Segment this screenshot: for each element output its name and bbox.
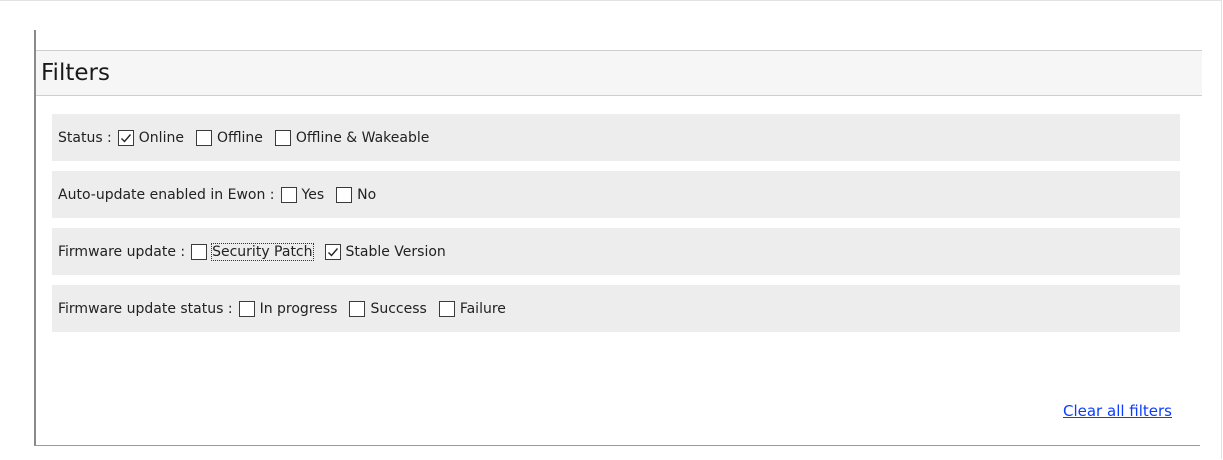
failure-option[interactable]: Failure: [438, 300, 506, 317]
failure-checkbox[interactable]: [438, 300, 455, 317]
offline-checkbox[interactable]: [195, 129, 212, 146]
success-checkbox[interactable]: [349, 300, 366, 317]
auto-update-yes-option[interactable]: Yes: [280, 186, 325, 203]
in-progress-label: In progress: [259, 300, 338, 317]
filters-title: Filters: [41, 60, 110, 86]
firmware-status-filter-row: Firmware update status : In progress Suc…: [52, 285, 1180, 332]
yes-label: Yes: [301, 186, 325, 203]
firmware-update-filter-row: Firmware update : Security Patch Stable …: [52, 228, 1180, 275]
status-offline-wakeable-option[interactable]: Offline & Wakeable: [274, 129, 430, 146]
success-label: Success: [370, 300, 427, 317]
stable-version-label: Stable Version: [345, 243, 446, 260]
stable-version-checkbox[interactable]: [324, 243, 341, 260]
checkmark-icon: [120, 133, 131, 143]
auto-update-label: Auto-update enabled in Ewon :: [58, 186, 275, 203]
firmware-status-label: Firmware update status :: [58, 300, 233, 317]
auto-update-filter-row: Auto-update enabled in Ewon : Yes No: [52, 171, 1180, 218]
auto-update-no-option[interactable]: No: [336, 186, 377, 203]
security-patch-label: Security Patch: [211, 242, 314, 261]
failure-label: Failure: [459, 300, 506, 317]
clear-all-filters-link[interactable]: Clear all filters: [1063, 402, 1172, 420]
success-option[interactable]: Success: [349, 300, 427, 317]
status-filter-row: Status : Online Offline Offline & Wakeab…: [52, 114, 1180, 161]
filters-panel: Filters Status : Online Offline Offline …: [34, 30, 1202, 446]
online-checkbox[interactable]: [117, 129, 134, 146]
firmware-update-label: Firmware update :: [58, 243, 186, 260]
in-progress-checkbox[interactable]: [238, 300, 255, 317]
checkmark-icon: [327, 247, 338, 257]
no-checkbox[interactable]: [336, 186, 353, 203]
security-patch-option[interactable]: Security Patch: [191, 242, 314, 261]
in-progress-option[interactable]: In progress: [238, 300, 338, 317]
offline-wakeable-label: Offline & Wakeable: [295, 129, 430, 146]
yes-checkbox[interactable]: [280, 186, 297, 203]
offline-wakeable-checkbox[interactable]: [274, 129, 291, 146]
stable-version-option[interactable]: Stable Version: [324, 243, 446, 260]
filters-header: Filters: [36, 50, 1202, 96]
status-offline-option[interactable]: Offline: [195, 129, 263, 146]
security-patch-checkbox[interactable]: [191, 243, 208, 260]
status-label: Status :: [58, 129, 112, 146]
no-label: No: [357, 186, 377, 203]
offline-label: Offline: [216, 129, 263, 146]
online-label: Online: [138, 129, 184, 146]
status-online-option[interactable]: Online: [117, 129, 184, 146]
